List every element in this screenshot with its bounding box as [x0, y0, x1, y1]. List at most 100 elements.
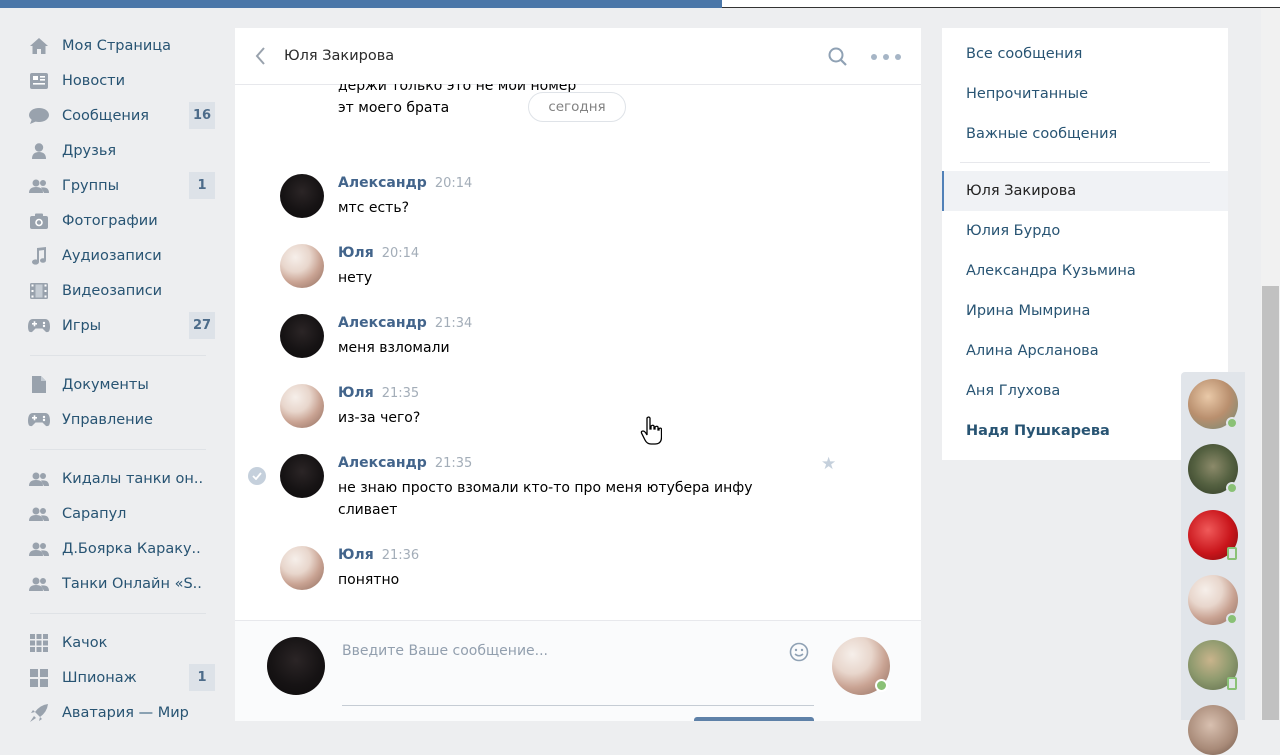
dialog-item[interactable]: Алина Арсланова [942, 331, 1228, 371]
avatar[interactable] [280, 314, 324, 358]
nav-separator [30, 449, 206, 450]
nav-item-label: Игры [62, 317, 102, 334]
dialog-item[interactable]: Александра Кузьмина [942, 251, 1228, 291]
nav-item-label: Кидалы танки он.. [62, 470, 204, 487]
chat-title[interactable]: Юля Закирова [284, 48, 394, 64]
nav-item-video[interactable]: Видеозаписи [24, 273, 218, 308]
message-time: 20:14 [381, 246, 420, 261]
author-name[interactable]: Юля [338, 245, 374, 261]
hand-cursor-icon [640, 416, 663, 446]
message-author: Юля 21:35 [338, 385, 419, 401]
nav-item-app-kachok[interactable]: Качок [24, 625, 218, 660]
author-name[interactable]: Александр [338, 315, 427, 331]
nav-item-app-avataria[interactable]: Аватария — Мир [24, 695, 218, 730]
online-indicator [1226, 482, 1238, 494]
dialog-item[interactable]: Ирина Мымрина [942, 291, 1228, 331]
star-icon[interactable]: ★ [821, 454, 836, 474]
app-tiles-icon [28, 668, 50, 687]
friend-avatar[interactable] [1188, 444, 1238, 494]
messages-icon [28, 107, 50, 125]
app-grid-icon [28, 633, 50, 652]
top-bar-brand-strip [0, 0, 722, 8]
author-name[interactable]: Александр [338, 175, 427, 191]
filter-important[interactable]: Важные сообщения [942, 114, 1228, 154]
nav-item-label: Качок [62, 634, 108, 651]
more-actions-icon[interactable] [871, 46, 901, 68]
nav-item-group-4[interactable]: Танки Онлайн «S.. [24, 566, 218, 601]
select-check-icon[interactable] [248, 467, 266, 485]
friend-avatar[interactable] [1188, 510, 1238, 560]
cut-message-line: эт моего брата [338, 100, 450, 116]
nav-item-group-2[interactable]: Сарапул [24, 496, 218, 531]
author-name[interactable]: Юля [338, 547, 374, 563]
friend-avatar[interactable] [1188, 379, 1238, 429]
nav-item-label: Аудиозаписи [62, 247, 162, 264]
message-text: не знаю просто взомали кто-то про меня ю… [338, 480, 753, 518]
filter-all-messages[interactable]: Все сообщения [942, 34, 1228, 74]
panel-separator [960, 162, 1210, 163]
online-indicator [875, 679, 888, 692]
send-button[interactable] [694, 717, 814, 721]
app-count-badge: 1 [189, 664, 215, 691]
nav-item-friends[interactable]: Друзья [24, 133, 218, 168]
top-bar-edge [722, 0, 1280, 8]
avatar[interactable] [280, 454, 324, 498]
nav-item-management[interactable]: Управление [24, 402, 218, 437]
nav-item-documents[interactable]: Документы [24, 367, 218, 402]
nav-item-label: Д.Боярка Караку.. [62, 540, 201, 557]
nav-item-label: Сообщения [62, 107, 150, 124]
nav-item-app-shpionazh[interactable]: Шпионаж 1 [24, 660, 218, 695]
search-icon[interactable] [827, 46, 849, 68]
online-friends-bar [1181, 372, 1245, 755]
document-icon [28, 376, 50, 394]
friend-avatar[interactable] [1188, 575, 1238, 625]
avatar[interactable] [280, 546, 324, 590]
nav-item-news[interactable]: Новости [24, 63, 218, 98]
message-input[interactable]: Введите Ваше сообщение... [342, 643, 548, 659]
chat-panel: Юля Закирова держи только это не мой ном… [235, 28, 921, 721]
gamepad-icon [28, 411, 50, 429]
nav-item-messages[interactable]: Сообщения 16 [24, 98, 218, 133]
nav-item-games[interactable]: Игры 27 [24, 308, 218, 343]
author-name[interactable]: Юля [338, 385, 374, 401]
message-history[interactable]: держи только это не мой номер эт моего б… [235, 84, 921, 620]
mobile-online-indicator [1227, 547, 1237, 560]
nav-item-groups[interactable]: Группы 1 [24, 168, 218, 203]
emoji-icon[interactable] [789, 642, 809, 662]
avatar[interactable] [280, 244, 324, 288]
message-time: 20:14 [434, 176, 473, 191]
message-text: из-за чего? [338, 410, 421, 426]
message-composer: Введите Ваше сообщение... [235, 620, 921, 721]
message-time: 21:35 [434, 456, 473, 471]
filter-unread[interactable]: Непрочитанные [942, 74, 1228, 114]
dialog-item[interactable]: Юлия Бурдо [942, 211, 1228, 251]
nav-item-photos[interactable]: Фотографии [24, 203, 218, 238]
back-arrow-icon[interactable] [253, 46, 269, 66]
author-name[interactable]: Александр [338, 455, 427, 471]
video-icon [28, 282, 50, 300]
message-author: Юля 21:36 [338, 547, 419, 563]
left-nav: Моя Страница Новости Сообщения 16 Друзья… [24, 28, 218, 730]
message-text: понятно [338, 572, 400, 588]
nav-item-audio[interactable]: Аудиозаписи [24, 238, 218, 273]
my-avatar[interactable] [267, 637, 325, 695]
message-author: Александр 21:35 [338, 455, 472, 471]
nav-item-my-page[interactable]: Моя Страница [24, 28, 218, 63]
games-count-badge: 27 [189, 312, 215, 339]
message-author: Александр 21:34 [338, 315, 472, 331]
nav-item-label: Сарапул [62, 505, 127, 522]
dialog-item-active[interactable]: Юля Закирова [942, 171, 1228, 211]
message-input-underline [342, 705, 814, 706]
friend-avatar[interactable] [1188, 640, 1238, 690]
nav-item-group-1[interactable]: Кидалы танки он.. [24, 461, 218, 496]
friends-icon [28, 142, 50, 160]
avatar[interactable] [280, 174, 324, 218]
friend-avatar[interactable] [1188, 705, 1238, 755]
page-scrollbar-thumb[interactable] [1262, 286, 1279, 720]
avatar[interactable] [280, 384, 324, 428]
message-author: Юля 20:14 [338, 245, 419, 261]
nav-item-group-3[interactable]: Д.Боярка Караку.. [24, 531, 218, 566]
gamepad-icon [28, 317, 50, 335]
message-text: нету [338, 270, 373, 286]
nav-item-label: Документы [62, 376, 149, 393]
